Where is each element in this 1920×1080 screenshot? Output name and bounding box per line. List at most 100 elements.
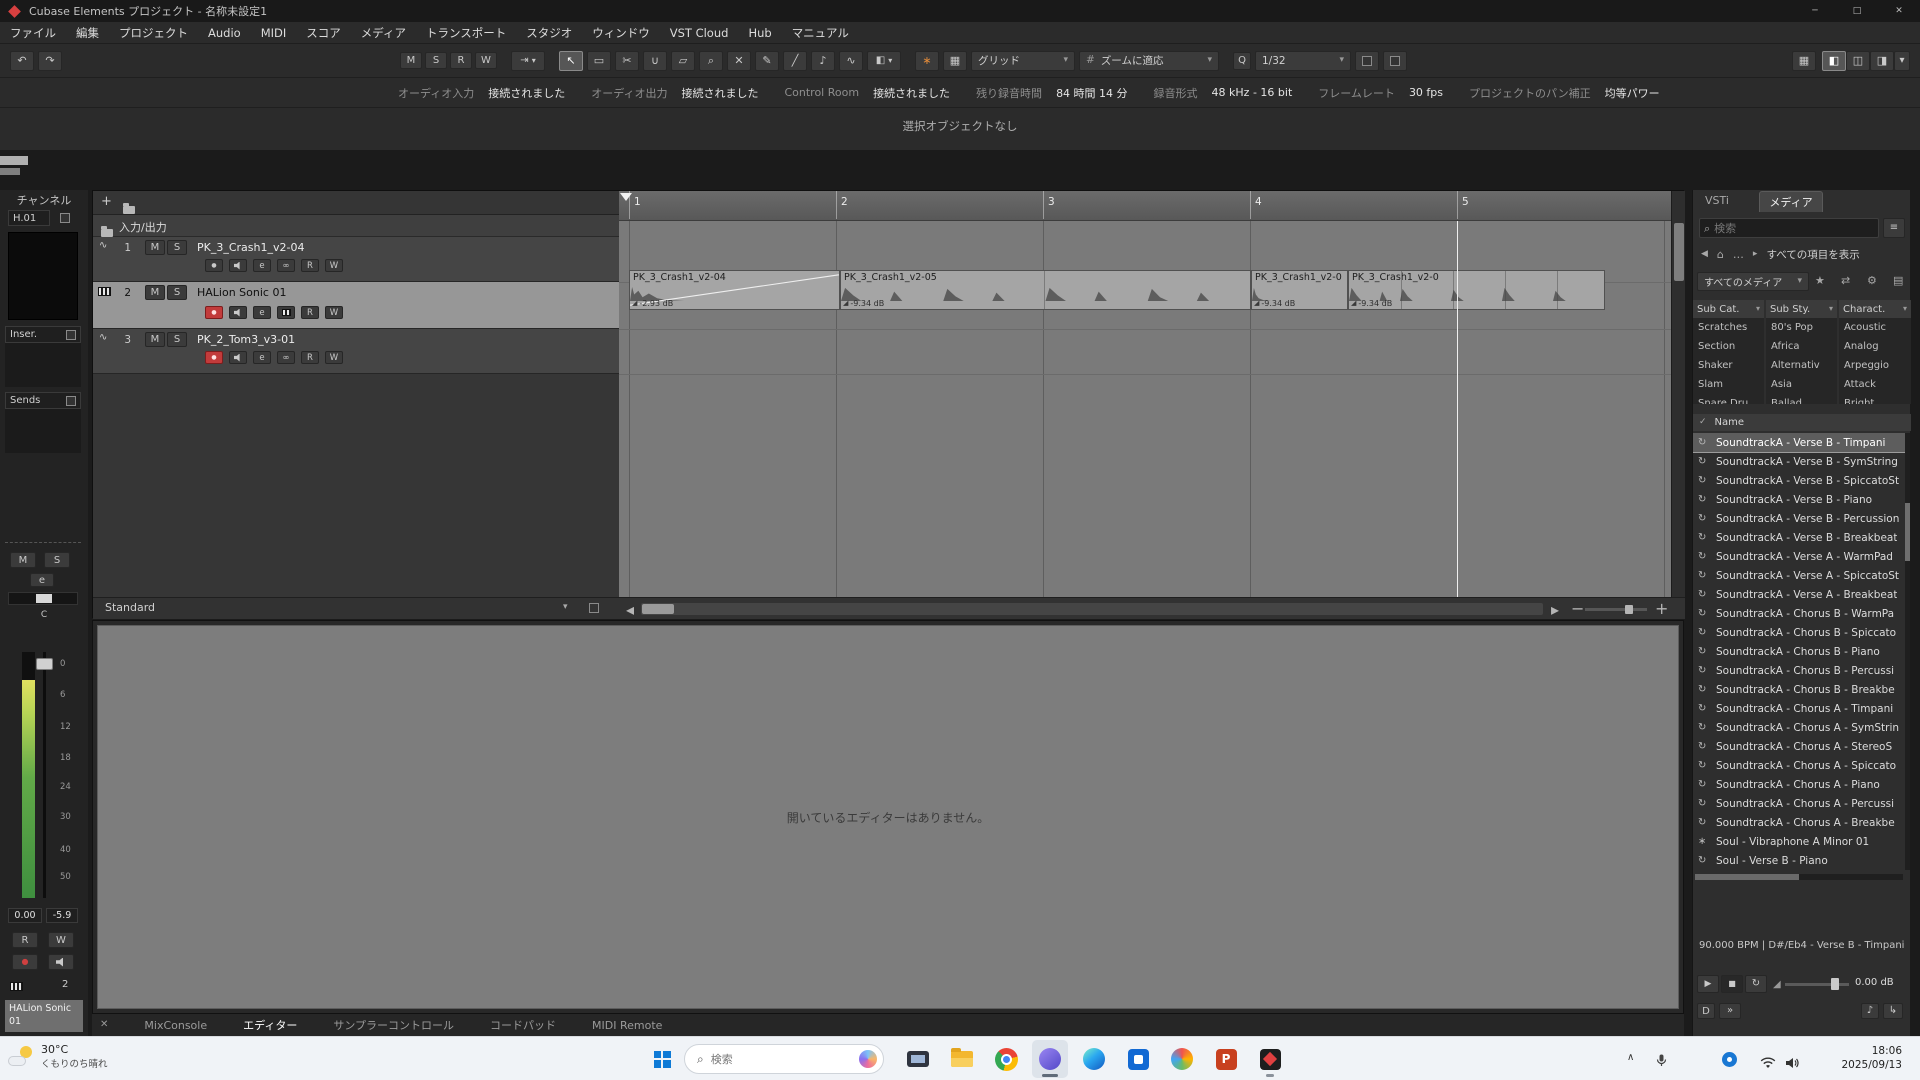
- filter-item[interactable]: Section: [1693, 337, 1764, 356]
- track-solo-button[interactable]: S: [167, 240, 187, 255]
- track-row-audio-1[interactable]: 1 M S PK_3_Crash1_v2-04 e ∞ R W: [93, 237, 619, 282]
- audio-event[interactable]: PK_3_Crash1_v2-0 -9.34 dB: [1348, 270, 1605, 310]
- snap-toggle[interactable]: [915, 51, 939, 71]
- media-item-row[interactable]: SoundtrackA - Chorus B - WarmPa: [1693, 604, 1905, 623]
- media-type-dropdown[interactable]: すべてのメディア: [1697, 272, 1809, 291]
- media-item-row[interactable]: SoundtrackA - Chorus B - Percussi: [1693, 661, 1905, 680]
- zoom-slider-thumb[interactable]: [1625, 605, 1633, 614]
- track-monitor-button[interactable]: [229, 306, 247, 319]
- filter-item[interactable]: Scratches: [1693, 318, 1764, 337]
- menu-item[interactable]: メディア: [351, 25, 416, 41]
- track-solo-button[interactable]: S: [167, 332, 187, 347]
- split-tool[interactable]: [615, 51, 639, 71]
- device-app-icon[interactable]: [900, 1040, 936, 1078]
- undo-button[interactable]: [10, 51, 34, 71]
- grid-type-dropdown[interactable]: グリッド: [971, 51, 1075, 71]
- zoom-in-button[interactable]: [1655, 601, 1668, 617]
- volume-icon[interactable]: [1786, 1054, 1800, 1073]
- menu-item[interactable]: Audio: [198, 26, 251, 40]
- audio-event[interactable]: PK_3_Crash1_v2-05 -9.34 dB: [840, 270, 1251, 310]
- tray-mic-icon[interactable]: [1656, 1052, 1667, 1071]
- preview-volume-slider[interactable]: [1785, 983, 1849, 986]
- vertical-scrollbar[interactable]: [1671, 191, 1685, 597]
- menu-item[interactable]: プロジェクト: [109, 25, 198, 41]
- track-read-button[interactable]: R: [301, 306, 319, 319]
- media-item-row[interactable]: SoundtrackA - Chorus A - Piano: [1693, 775, 1905, 794]
- filter-item[interactable]: Attack: [1839, 375, 1911, 394]
- media-menu-button[interactable]: [1883, 218, 1905, 238]
- filter-item[interactable]: 80's Pop: [1766, 318, 1837, 337]
- lower-zone-tab[interactable]: エディター: [243, 1017, 297, 1033]
- close-button[interactable]: [1878, 0, 1920, 22]
- setup-toolbar-button[interactable]: [1894, 51, 1910, 71]
- preview-play-button[interactable]: [1697, 975, 1719, 993]
- media-item-row[interactable]: SoundtrackA - Chorus A - Spiccato: [1693, 756, 1905, 775]
- media-item-row[interactable]: SoundtrackA - Chorus A - Breakbe: [1693, 813, 1905, 832]
- file-explorer-icon[interactable]: [944, 1040, 980, 1078]
- outlook-icon[interactable]: [1120, 1040, 1156, 1078]
- channel-write-button[interactable]: W: [48, 932, 74, 948]
- chrome-icon[interactable]: [988, 1040, 1024, 1078]
- media-item-row[interactable]: SoundtrackA - Chorus B - Piano: [1693, 642, 1905, 661]
- range-selection-tool[interactable]: [587, 51, 611, 71]
- menu-item[interactable]: MIDI: [251, 26, 297, 40]
- io-folder-track[interactable]: 入力/出力: [93, 215, 619, 237]
- taskbar-search-box[interactable]: [684, 1044, 884, 1074]
- sync-beats-button[interactable]: D: [1697, 1003, 1715, 1019]
- track-name[interactable]: PK_2_Tom3_v3-01: [197, 333, 295, 346]
- channel-edit-button[interactable]: e: [30, 573, 54, 587]
- add-track-button[interactable]: [101, 195, 112, 208]
- lower-zone-tab[interactable]: MixConsole: [144, 1019, 207, 1032]
- channel-solo-button[interactable]: S: [44, 552, 70, 568]
- audio-event[interactable]: PK_3_Crash1_v2-0 -9.34 dB: [1251, 270, 1348, 310]
- volume-value[interactable]: 0.00: [8, 908, 42, 923]
- status-item[interactable]: フレームレート 30 fps: [1318, 85, 1443, 101]
- horizontal-scrollbar-thumb[interactable]: [642, 604, 674, 614]
- track-row-instrument-2[interactable]: 2 M S HALion Sonic 01 e R W: [93, 282, 619, 329]
- color-tool[interactable]: [867, 51, 901, 71]
- colorful-app-icon[interactable]: [1164, 1040, 1200, 1078]
- track-name[interactable]: HALion Sonic 01: [197, 286, 286, 299]
- maximize-button[interactable]: [1836, 0, 1878, 22]
- weather-widget[interactable]: 30°C くもりのち晴れ: [8, 1043, 108, 1070]
- filter-header[interactable]: Sub Sty.: [1766, 300, 1837, 318]
- media-item-row[interactable]: SoundtrackA - Verse B - Breakbeat: [1693, 528, 1905, 547]
- pan-control[interactable]: [8, 592, 78, 605]
- status-item[interactable]: Control Room 接続されました: [784, 85, 950, 101]
- status-item[interactable]: 残り録音時間 84 時間 14 分: [976, 85, 1127, 101]
- quantize-dropdown[interactable]: 1/32: [1255, 51, 1351, 71]
- track-write-button[interactable]: W: [325, 259, 343, 272]
- filter-item[interactable]: Asia: [1766, 375, 1837, 394]
- zoom-slider[interactable]: [1585, 608, 1647, 611]
- channel-record-button[interactable]: [12, 954, 38, 970]
- track-mute-button[interactable]: M: [145, 240, 165, 255]
- tray-app-badge-icon[interactable]: [1722, 1052, 1737, 1067]
- minimize-button[interactable]: [1794, 0, 1836, 22]
- media-list-scrollbar-thumb[interactable]: [1905, 503, 1910, 561]
- clock[interactable]: 18:06 2025/09/13: [1836, 1044, 1902, 1072]
- menu-item[interactable]: Hub: [738, 26, 781, 40]
- wifi-icon[interactable]: [1760, 1054, 1776, 1073]
- more-icon[interactable]: [1733, 249, 1744, 260]
- note-preview-button[interactable]: [1861, 1003, 1879, 1019]
- close-lower-zone-icon[interactable]: [100, 1020, 108, 1030]
- filter-item[interactable]: Alternativ: [1766, 356, 1837, 375]
- mute-tool[interactable]: [727, 51, 751, 71]
- locator-marker[interactable]: [620, 193, 632, 201]
- channel-edit-icon[interactable]: [60, 213, 70, 223]
- track-edit-button[interactable]: e: [253, 306, 271, 319]
- results-header[interactable]: Name: [1693, 414, 1911, 431]
- back-icon[interactable]: [1701, 250, 1708, 259]
- cubase-taskbar-icon[interactable]: [1252, 1040, 1288, 1078]
- menu-item[interactable]: VST Cloud: [660, 26, 739, 40]
- status-item[interactable]: オーディオ入力 接続されました: [398, 85, 565, 101]
- filter-item[interactable]: Analog: [1839, 337, 1911, 356]
- channel-preset-button[interactable]: H.01: [8, 210, 50, 226]
- autoplay-new-results-button[interactable]: [1719, 1003, 1741, 1019]
- right-zone-toggle[interactable]: [1870, 51, 1894, 71]
- media-item-row[interactable]: SoundtrackA - Verse B - Percussion: [1693, 509, 1905, 528]
- media-item-row[interactable]: SoundtrackA - Verse B - SpiccatoSt: [1693, 471, 1905, 490]
- redo-button[interactable]: [38, 51, 62, 71]
- menu-item[interactable]: ファイル: [0, 25, 66, 41]
- media-hscrollbar-thumb[interactable]: [1695, 874, 1799, 880]
